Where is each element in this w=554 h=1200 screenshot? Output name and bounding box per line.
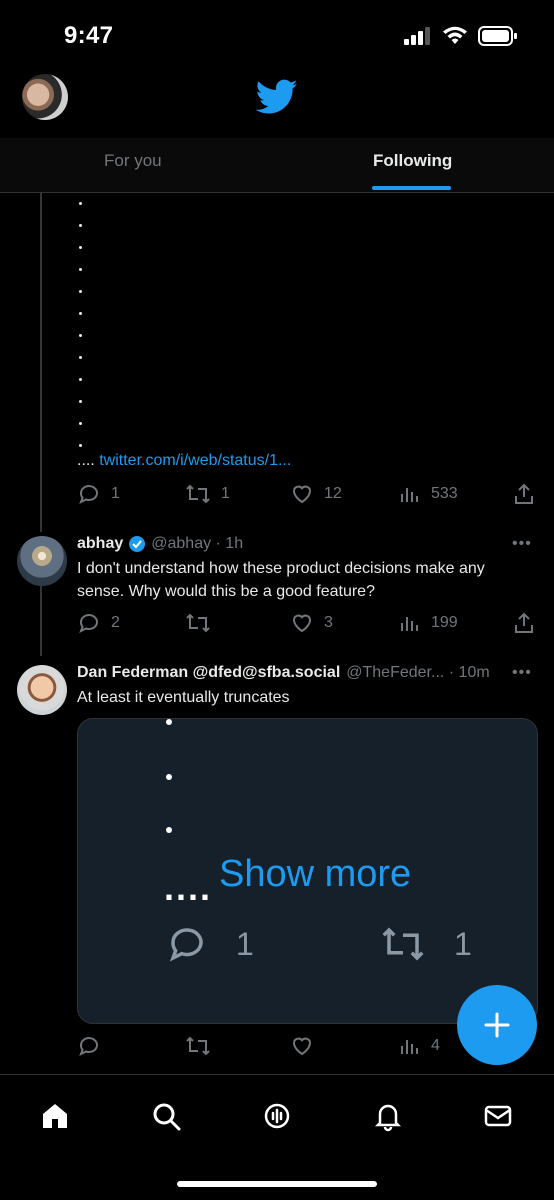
dot (79, 246, 82, 249)
more-options-button[interactable]: ••• (512, 664, 532, 682)
views-button[interactable]: 4 (399, 1034, 440, 1058)
media-show-more: Show more (219, 853, 412, 895)
view-count: 533 (431, 485, 458, 502)
dot (79, 224, 82, 227)
views-button[interactable]: 199 (399, 611, 458, 635)
retweet-count: 1 (221, 485, 230, 502)
status-icons (404, 26, 518, 46)
share-icon[interactable] (513, 611, 535, 635)
home-icon[interactable] (39, 1100, 71, 1132)
display-name[interactable]: abhay (77, 535, 123, 553)
media-retweet-count: 1 (454, 925, 472, 962)
avatar[interactable] (17, 536, 67, 586)
twitter-bird-icon (256, 79, 298, 114)
like-button[interactable]: 3 (290, 611, 333, 635)
retweet-button[interactable] (185, 1034, 221, 1058)
search-icon[interactable] (150, 1100, 182, 1132)
like-count: 12 (324, 485, 342, 502)
thread-line (40, 586, 42, 656)
media-prefix: .... (164, 867, 213, 908)
tab-following[interactable]: Following (373, 151, 452, 171)
retweet-button[interactable] (185, 611, 221, 635)
spaces-icon[interactable] (261, 1100, 293, 1132)
dot (166, 827, 172, 833)
dot (79, 202, 82, 205)
dot (79, 356, 82, 359)
retweet-icon (186, 613, 210, 633)
handle-time: @TheFeder... · 10m (346, 664, 490, 681)
tweet-header: abhay @abhay · 1h (77, 535, 243, 553)
compose-tweet-button[interactable] (457, 985, 537, 1065)
reply-icon (169, 928, 203, 962)
views-icon (401, 1040, 418, 1054)
profile-avatar[interactable] (22, 74, 68, 120)
retweet-icon (186, 484, 210, 504)
messages-icon[interactable] (482, 1100, 514, 1132)
avatar[interactable] (17, 665, 67, 715)
heart-icon (292, 1037, 312, 1056)
retweet-button[interactable]: 1 (185, 482, 230, 506)
dot (79, 400, 82, 403)
active-tab-indicator (372, 186, 451, 190)
views-button[interactable]: 533 (399, 482, 458, 506)
heart-icon (292, 485, 312, 504)
verified-badge-icon (129, 536, 146, 552)
dot (79, 334, 82, 337)
dot (79, 312, 82, 315)
media-reply-count: 1 (236, 925, 254, 962)
heart-icon (292, 614, 312, 633)
tweet-actions: 2 3 199 (77, 611, 537, 635)
dot (79, 290, 82, 293)
views-icon (401, 617, 418, 631)
dot (166, 774, 172, 780)
reply-icon (79, 614, 98, 634)
share-icon[interactable] (513, 482, 535, 506)
status-time: 9:47 (64, 22, 114, 49)
plus-icon (484, 1012, 510, 1038)
reply-count: 2 (111, 614, 120, 631)
reply-button[interactable]: 2 (77, 611, 120, 635)
reply-icon (79, 485, 98, 505)
tweet-text: I don't understand how these product dec… (77, 560, 485, 600)
retweet-icon (382, 927, 424, 961)
views-icon (401, 488, 418, 502)
battery-icon (478, 26, 517, 46)
handle-time: @abhay · 1h (151, 535, 244, 552)
view-count: 199 (431, 614, 458, 631)
reply-button[interactable]: 1 (77, 482, 120, 506)
more-options-button[interactable]: ••• (512, 535, 532, 553)
signal-icon (404, 27, 430, 45)
dot (79, 378, 82, 381)
dot (166, 719, 172, 725)
home-indicator (177, 1181, 377, 1187)
retweet-icon (186, 1036, 210, 1056)
media-retweet: 1 (378, 923, 472, 965)
like-count: 3 (324, 614, 333, 631)
reply-count: 1 (111, 485, 120, 502)
media-reply: 1 (164, 923, 254, 965)
nav-divider (0, 1074, 554, 1075)
tweet-header: Dan Federman @dfed@sfba.social @TheFeder… (77, 664, 490, 682)
dot (79, 268, 82, 271)
dot (79, 422, 82, 425)
dot (79, 444, 82, 447)
view-count: 4 (431, 1037, 440, 1054)
thread-line (40, 192, 42, 532)
tweet-actions: 1 1 12 533 (77, 482, 537, 506)
reply-button[interactable] (77, 1034, 111, 1058)
media-screenshot[interactable]: .... Show more 1 1 (77, 718, 538, 1024)
truncated-prefix: .... (77, 452, 95, 469)
notifications-icon[interactable] (372, 1100, 404, 1132)
wifi-icon (443, 26, 467, 44)
tweet-text: .... twitter.com/i/web/status/1... (77, 452, 291, 470)
reply-icon (79, 1037, 98, 1057)
display-name[interactable]: Dan Federman @dfed@sfba.social (77, 664, 340, 682)
like-button[interactable]: 12 (290, 482, 342, 506)
timeline-tabs: For you Following (0, 138, 554, 193)
like-button[interactable] (290, 1034, 324, 1058)
tab-for-you[interactable]: For you (104, 151, 162, 171)
tweet-text: At least it eventually truncates (77, 689, 290, 706)
status-link[interactable]: twitter.com/i/web/status/1... (99, 452, 291, 469)
